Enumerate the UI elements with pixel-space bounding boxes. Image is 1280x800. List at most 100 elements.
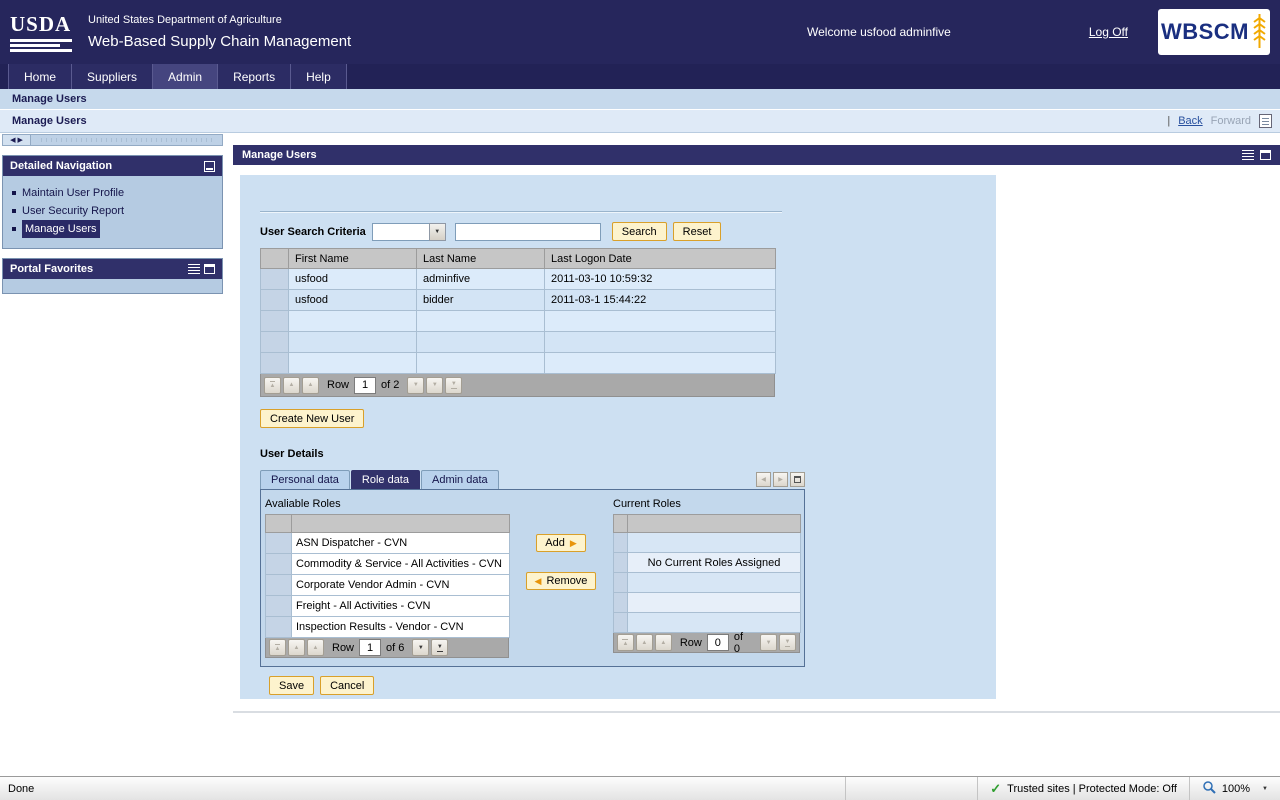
sidebar-item-maintain-user-profile[interactable]: Maintain User Profile <box>12 184 213 202</box>
nav-tab-suppliers[interactable]: Suppliers <box>72 64 153 89</box>
tab-scroll-left-icon[interactable]: ◀ <box>756 472 771 487</box>
magnifier-icon <box>1202 780 1216 797</box>
row-down-icon[interactable]: ▼ <box>760 634 777 651</box>
row-number-input[interactable] <box>354 377 376 394</box>
row-down-icon[interactable]: ▼ <box>412 639 429 656</box>
row-up-icon[interactable]: ▲ <box>307 639 324 656</box>
page-down-icon[interactable]: ▼ <box>426 377 443 394</box>
back-link[interactable]: Back <box>1178 115 1202 127</box>
row-selector[interactable] <box>266 575 292 596</box>
cell-last-logon[interactable]: 2011-03-1 15:44:22 <box>545 290 776 311</box>
empty-row <box>614 573 801 593</box>
search-input[interactable] <box>455 223 601 241</box>
main-body: User Search Criteria ▼ Search Reset Firs… <box>233 165 1280 713</box>
cell-last-logon[interactable]: 2011-03-10 10:59:32 <box>545 269 776 290</box>
row-selector[interactable] <box>266 596 292 617</box>
status-text: Done <box>0 783 34 795</box>
search-criteria-dropdown[interactable]: ▼ <box>372 223 446 241</box>
page-up-icon[interactable]: ▲ <box>288 639 305 656</box>
tab-admin-data[interactable]: Admin data <box>421 470 499 489</box>
save-button[interactable]: Save <box>269 676 314 695</box>
role-name[interactable]: Commodity & Service - All Activities - C… <box>292 554 510 575</box>
nav-tab-home[interactable]: Home <box>8 64 72 89</box>
empty-row <box>614 613 801 633</box>
sidebar-drag-handle[interactable] <box>37 138 216 142</box>
cell-last-name[interactable]: adminfive <box>417 269 545 290</box>
first-row-icon[interactable]: ▲ <box>269 639 286 656</box>
collapse-right-icon[interactable]: ▶ <box>18 136 23 144</box>
remove-role-button[interactable]: ◀ Remove <box>526 572 597 590</box>
sidebar-item-manage-users[interactable]: Manage Users <box>12 220 213 238</box>
sidebar: ◀ ▶ Detailed Navigation Maintain User Pr… <box>0 133 225 294</box>
row-selector[interactable] <box>261 290 289 311</box>
cancel-button[interactable]: Cancel <box>320 676 374 695</box>
usda-logo-stripes <box>10 37 72 52</box>
role-name[interactable]: Corporate Vendor Admin - CVN <box>292 575 510 596</box>
page-up-icon[interactable]: ▲ <box>636 634 653 651</box>
first-row-icon[interactable]: ▲ <box>617 634 634 651</box>
col-last-logon-date[interactable]: Last Logon Date <box>545 249 776 269</box>
tab-personal-data[interactable]: Personal data <box>260 470 350 489</box>
add-role-button[interactable]: Add ▶ <box>536 534 586 552</box>
row-number-input[interactable] <box>359 639 381 656</box>
create-new-user-button[interactable]: Create New User <box>260 409 364 428</box>
log-off-link[interactable]: Log Off <box>1089 25 1128 39</box>
first-row-icon[interactable]: ▲ <box>264 377 281 394</box>
row-selector[interactable] <box>261 269 289 290</box>
department-line: United States Department of Agriculture <box>88 14 351 26</box>
row-selector[interactable] <box>266 617 292 638</box>
user-details-tabstrip: Personal data Role data Admin data ◀ ▶ <box>260 469 805 489</box>
row-number-input[interactable] <box>707 634 729 651</box>
nav-tab-help[interactable]: Help <box>291 64 347 89</box>
nav-tab-admin[interactable]: Admin <box>153 64 218 89</box>
sidebar-collapse-strip[interactable]: ◀ ▶ <box>2 134 223 146</box>
col-last-name[interactable]: Last Name <box>417 249 545 269</box>
row-selector[interactable] <box>266 554 292 575</box>
row-up-icon[interactable]: ▲ <box>302 377 319 394</box>
row-label: Row <box>332 642 354 654</box>
cell-first-name[interactable]: usfood <box>289 269 417 290</box>
collapse-left-icon[interactable]: ◀ <box>10 136 15 144</box>
welcome-text: Welcome usfood adminfive <box>807 25 951 39</box>
favorites-menu-icon[interactable] <box>188 264 200 274</box>
last-row-icon[interactable]: ▼ <box>779 634 796 651</box>
row-label: Row <box>680 637 702 649</box>
page-up-icon[interactable]: ▲ <box>283 377 300 394</box>
check-icon: ✓ <box>990 782 1001 795</box>
role-name[interactable]: ASN Dispatcher - CVN <box>292 533 510 554</box>
row-selector[interactable] <box>266 533 292 554</box>
sidebar-item-user-security-report[interactable]: User Security Report <box>12 202 213 220</box>
last-row-icon[interactable]: ▼ <box>431 639 448 656</box>
app-title: Web-Based Supply Chain Management <box>88 33 351 50</box>
search-criteria-value[interactable] <box>372 223 429 241</box>
tray-menu-icon[interactable] <box>1242 150 1254 160</box>
role-name[interactable]: Inspection Results - Vendor - CVN <box>292 617 510 638</box>
zoom-control[interactable]: 100% ▼ <box>1189 777 1280 800</box>
tab-role-data[interactable]: Role data <box>351 470 420 489</box>
search-button[interactable]: Search <box>612 222 667 241</box>
page-options-icon[interactable] <box>1259 114 1272 128</box>
role-name[interactable]: Freight - All Activities - CVN <box>292 596 510 617</box>
row-up-icon[interactable]: ▲ <box>655 634 672 651</box>
wbscm-logo-text: WBSCM <box>1161 19 1249 45</box>
chevron-down-icon[interactable]: ▼ <box>429 223 446 241</box>
collapse-panel-icon[interactable] <box>204 161 215 172</box>
last-row-icon[interactable]: ▼ <box>445 377 462 394</box>
col-first-name[interactable]: First Name <box>289 249 417 269</box>
reset-button[interactable]: Reset <box>673 222 722 241</box>
cell-last-name[interactable]: bidder <box>417 290 545 311</box>
content-area: ◀ ▶ Detailed Navigation Maintain User Pr… <box>0 133 1280 776</box>
nav-tab-reports[interactable]: Reports <box>218 64 291 89</box>
sidebar-collapse-buttons[interactable]: ◀ ▶ <box>3 135 31 145</box>
tab-scroll-right-icon[interactable]: ▶ <box>773 472 788 487</box>
maximize-icon[interactable] <box>1260 150 1271 160</box>
portal-favorites-panel: Portal Favorites <box>2 258 223 294</box>
cell-first-name[interactable]: usfood <box>289 290 417 311</box>
tab-detach-icon[interactable] <box>790 472 805 487</box>
bullet-icon <box>12 227 16 231</box>
empty-row <box>261 311 776 332</box>
row-down-icon[interactable]: ▼ <box>407 377 424 394</box>
wbscm-logo: WBSCM <box>1158 9 1270 55</box>
favorites-window-icon[interactable] <box>204 264 215 274</box>
form-actions: Save Cancel <box>269 676 976 695</box>
